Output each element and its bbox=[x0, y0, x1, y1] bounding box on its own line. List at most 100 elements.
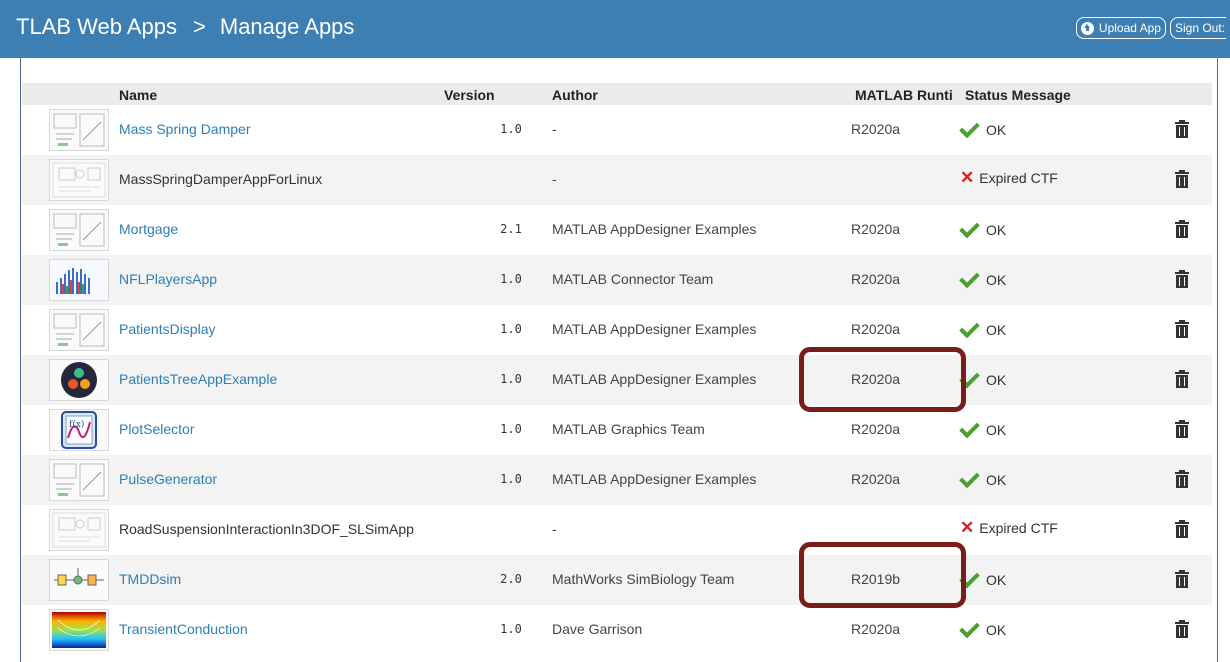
check-icon bbox=[959, 267, 980, 289]
app-thumbnail[interactable] bbox=[49, 109, 109, 151]
table-row: TransientConduction 1.0 Dave Garrison R2020… bbox=[22, 605, 1212, 655]
column-header-name[interactable]: Name bbox=[119, 87, 157, 103]
column-header-author[interactable]: Author bbox=[552, 87, 598, 103]
check-icon bbox=[959, 117, 980, 139]
app-author: - bbox=[552, 521, 557, 537]
app-name-link[interactable]: Mass Spring Damper bbox=[119, 121, 251, 137]
app-version: 1.0 bbox=[500, 622, 522, 636]
app-runtime: R2020a bbox=[851, 621, 901, 637]
app-thumbnail[interactable] bbox=[49, 209, 109, 251]
status-text: OK bbox=[986, 222, 1007, 238]
delete-trash-icon[interactable] bbox=[1175, 370, 1189, 389]
app-status: ✕ Expired CTF bbox=[960, 519, 1058, 536]
app-version: 1.0 bbox=[500, 422, 522, 436]
check-icon bbox=[959, 317, 980, 339]
table-row: PatientsDisplay 1.0 MATLAB AppDesigner Exa… bbox=[22, 305, 1212, 355]
status-text: OK bbox=[986, 272, 1007, 288]
sign-out-label: Sign Out: bbox=[1174, 21, 1225, 35]
app-thumbnail[interactable] bbox=[49, 309, 109, 351]
delete-trash-icon[interactable] bbox=[1175, 470, 1189, 489]
status-text: Expired CTF bbox=[979, 169, 1058, 186]
status-text: OK bbox=[986, 122, 1007, 138]
app-thumbnail[interactable] bbox=[49, 559, 109, 601]
app-author: MATLAB Graphics Team bbox=[552, 421, 705, 437]
app-name-link[interactable]: Mortgage bbox=[119, 221, 178, 237]
status-text: OK bbox=[986, 372, 1007, 388]
app-runtime: R2020a bbox=[851, 321, 901, 337]
table-row: MassSpringDamperAppForLinux - ✕ Expired CTF bbox=[22, 155, 1212, 205]
upload-app-button[interactable]: Upload App bbox=[1075, 17, 1166, 39]
app-author: MATLAB Connector Team bbox=[552, 271, 714, 287]
upload-app-label: Upload App bbox=[1098, 21, 1161, 35]
app-title[interactable]: TLAB Web Apps bbox=[16, 14, 177, 39]
app-status: OK bbox=[959, 417, 1007, 441]
delete-trash-icon[interactable] bbox=[1175, 520, 1189, 539]
app-runtime: R2020a bbox=[851, 121, 901, 137]
app-version: 1.0 bbox=[500, 472, 522, 486]
app-author: MATLAB AppDesigner Examples bbox=[552, 221, 757, 237]
check-icon bbox=[959, 617, 980, 639]
delete-trash-icon[interactable] bbox=[1175, 570, 1189, 589]
app-status: OK bbox=[959, 617, 1006, 641]
app-status: OK bbox=[959, 367, 1007, 391]
app-runtime: R2020a bbox=[851, 421, 901, 437]
app-name-link[interactable]: TMDDsim bbox=[119, 571, 181, 587]
delete-trash-icon[interactable] bbox=[1175, 620, 1189, 639]
app-version: 1.0 bbox=[500, 272, 522, 286]
app-version: 1.0 bbox=[500, 122, 522, 136]
svg-text:f(x): f(x) bbox=[69, 419, 84, 430]
app-version: 1.0 bbox=[500, 322, 522, 336]
app-author: MATLAB AppDesigner Examples bbox=[552, 471, 757, 487]
app-thumbnail[interactable] bbox=[49, 509, 109, 551]
column-header-status[interactable]: Status Message bbox=[965, 87, 1071, 103]
table-row: PatientsTreeAppExample 1.0 MATLAB AppDesig… bbox=[22, 355, 1212, 405]
delete-trash-icon[interactable] bbox=[1175, 220, 1189, 239]
page-title: Manage Apps bbox=[219, 14, 355, 39]
app-status: ✕ Expired CTF bbox=[960, 169, 1058, 186]
check-icon bbox=[959, 217, 980, 239]
app-status: OK bbox=[959, 267, 1007, 291]
status-text: OK bbox=[986, 322, 1007, 338]
status-text: OK bbox=[986, 572, 1007, 588]
app-thumbnail[interactable] bbox=[49, 359, 109, 401]
table-body: Mass Spring Damper 1.0 - R2020a OK MassSpring… bbox=[22, 105, 1212, 655]
app-status: OK bbox=[959, 317, 1007, 341]
app-thumbnail[interactable] bbox=[49, 459, 109, 501]
app-name-link[interactable]: PatientsDisplay bbox=[119, 321, 216, 337]
table-row: NFLPlayersApp 1.0 MATLAB Connector Team R20… bbox=[22, 255, 1212, 305]
app-name-link[interactable]: PulseGenerator bbox=[119, 471, 217, 487]
app-name: MassSpringDamperAppForLinux bbox=[119, 171, 323, 187]
app-author: MATLAB AppDesigner Examples bbox=[552, 371, 757, 387]
delete-trash-icon[interactable] bbox=[1175, 420, 1189, 439]
app-version: 2.1 bbox=[500, 222, 522, 236]
app-name-link[interactable]: TransientConduction bbox=[119, 621, 248, 637]
app-runtime: R2020a bbox=[851, 221, 901, 237]
app-runtime: R2020a bbox=[851, 271, 901, 287]
app-name-link[interactable]: PatientsTreeAppExample bbox=[119, 371, 277, 387]
app-thumbnail[interactable]: f(x) bbox=[49, 409, 109, 451]
column-header-version[interactable]: Version bbox=[444, 87, 495, 103]
app-thumbnail[interactable] bbox=[49, 259, 109, 301]
table-row: RoadSuspensionInteractionIn3DOF_SLSimApp… bbox=[22, 505, 1212, 555]
status-text: Expired CTF bbox=[979, 519, 1058, 536]
delete-trash-icon[interactable] bbox=[1175, 120, 1189, 139]
delete-trash-icon[interactable] bbox=[1175, 170, 1189, 189]
app-status: OK bbox=[959, 217, 1007, 241]
status-text: OK bbox=[986, 422, 1007, 438]
app-header: TLAB Web Apps > Manage Apps Upload App Sig… bbox=[0, 0, 1230, 58]
check-icon bbox=[959, 417, 980, 439]
delete-trash-icon[interactable] bbox=[1175, 270, 1189, 289]
column-header-runtime[interactable]: MATLAB Runti bbox=[855, 87, 960, 103]
app-version: 2.0 bbox=[500, 572, 522, 586]
app-thumbnail[interactable] bbox=[49, 609, 109, 651]
app-thumbnail[interactable] bbox=[49, 159, 109, 201]
table-row: Mass Spring Damper 1.0 - R2020a OK bbox=[22, 105, 1212, 155]
sign-out-button[interactable]: Sign Out: bbox=[1169, 17, 1226, 39]
error-x-icon: ✕ bbox=[960, 518, 975, 537]
app-name-link[interactable]: NFLPlayersApp bbox=[119, 271, 217, 287]
app-author: MATLAB AppDesigner Examples bbox=[552, 321, 757, 337]
delete-trash-icon[interactable] bbox=[1175, 320, 1189, 339]
app-name-link[interactable]: PlotSelector bbox=[119, 421, 194, 437]
app-author: - bbox=[552, 121, 557, 137]
table-row: PulseGenerator 1.0 MATLAB AppDesigner Exam… bbox=[22, 455, 1212, 505]
